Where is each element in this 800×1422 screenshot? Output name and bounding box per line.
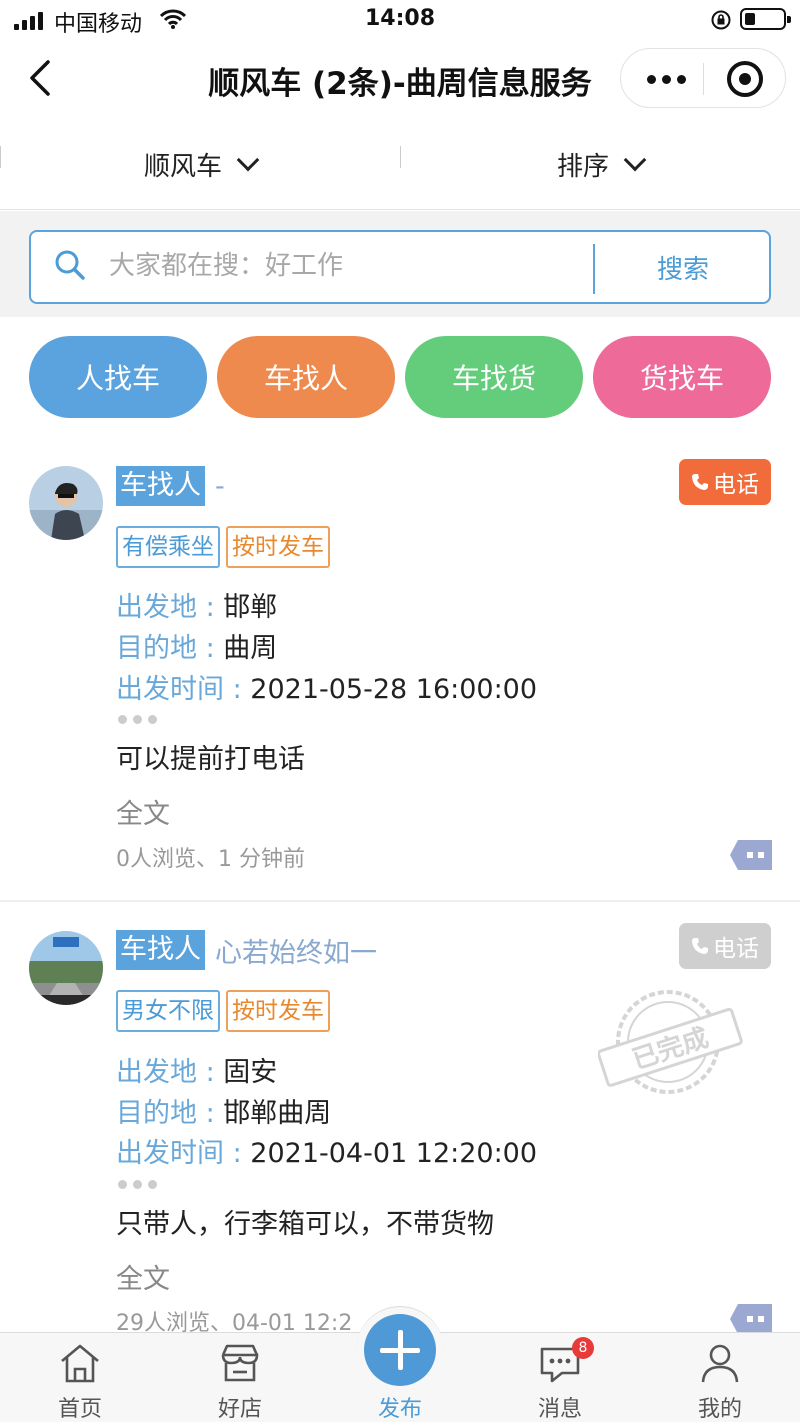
- tag: 按时发车: [226, 990, 330, 1032]
- departure-time-value: 2021-05-28 16:00:00: [250, 674, 538, 705]
- avatar[interactable]: [29, 931, 103, 1005]
- post-username[interactable]: -: [215, 471, 225, 502]
- tag: 按时发车: [226, 526, 330, 568]
- departure-time-row: 出发时间 : 2021-05-28 16:00:00: [116, 667, 537, 706]
- post-type-badge: 车找人: [116, 930, 205, 970]
- call-button[interactable]: 电话: [679, 459, 771, 505]
- tab-label: 首页: [57, 1397, 102, 1422]
- ellipsis-icon: [118, 715, 157, 724]
- status-bar: 中国移动 14:08: [0, 0, 800, 40]
- chevron-down-icon: [623, 148, 647, 172]
- rotation-lock-icon: [711, 10, 731, 30]
- comment-icon[interactable]: [730, 1304, 772, 1334]
- departure-label: 出发地 :: [116, 592, 215, 623]
- destination-row: 目的地 : 邯郸曲周: [116, 1091, 331, 1130]
- home-icon: [61, 1344, 99, 1383]
- tag: 有偿乘坐: [116, 526, 220, 568]
- more-menu-icon[interactable]: [647, 75, 686, 84]
- battery-icon: [740, 8, 791, 30]
- departure-time-label: 出发时间 :: [116, 674, 242, 705]
- search-input[interactable]: [109, 246, 579, 286]
- call-label: 电话: [713, 472, 759, 498]
- departure-row: 出发地 : 固安: [116, 1050, 277, 1089]
- user-icon: [701, 1344, 739, 1383]
- full-text-link[interactable]: 全文: [116, 792, 170, 831]
- departure-row: 出发地 : 邯郸: [116, 585, 277, 624]
- post-username[interactable]: 心若始终如一: [215, 931, 377, 970]
- destination-value: 曲周: [223, 633, 278, 664]
- post-tags: 有偿乘坐 按时发车: [116, 526, 330, 568]
- departure-label: 出发地 :: [116, 1057, 215, 1088]
- filter-sort-dropdown[interactable]: 排序: [400, 118, 800, 210]
- tab-shop[interactable]: 好店: [160, 1333, 320, 1422]
- filter-sort-label: 排序: [556, 151, 609, 182]
- tab-home[interactable]: 首页: [0, 1333, 160, 1422]
- ellipsis-icon: [118, 1180, 157, 1189]
- chevron-down-icon: [236, 148, 260, 172]
- search-icon: [55, 250, 85, 280]
- destination-label: 目的地 :: [116, 633, 215, 664]
- post-description: 可以提前打电话: [116, 744, 305, 775]
- departure-time-row: 出发时间 : 2021-04-01 12:20:00: [116, 1131, 537, 1170]
- tab-label: 好店: [217, 1397, 262, 1422]
- avatar[interactable]: [29, 466, 103, 540]
- completed-stamp-icon: 已完成: [598, 990, 743, 1094]
- phone-icon: [692, 474, 708, 490]
- category-car-seeks-person[interactable]: 车找人: [217, 336, 395, 418]
- destination-label: 目的地 :: [116, 1098, 215, 1129]
- phone-icon: [692, 938, 708, 954]
- post-description: 只带人，行李箱可以，不带货物: [116, 1209, 494, 1240]
- post-header: 车找人 心若始终如一: [116, 930, 377, 970]
- call-button[interactable]: 电话: [679, 923, 771, 969]
- message-badge: 8: [572, 1337, 594, 1359]
- filter-category-label: 顺风车: [143, 151, 222, 182]
- tab-label: 消息: [537, 1397, 582, 1422]
- post-header: 车找人 -: [116, 466, 225, 506]
- departure-time-label: 出发时间 :: [116, 1138, 242, 1169]
- shop-icon: [221, 1344, 259, 1382]
- comment-icon[interactable]: [730, 840, 772, 870]
- search-area: 搜索: [0, 211, 800, 317]
- destination-row: 目的地 : 曲周: [116, 626, 277, 665]
- filter-bar: 顺风车 排序: [0, 118, 800, 210]
- post-type-badge: 车找人: [116, 466, 205, 506]
- tag: 男女不限: [116, 990, 220, 1032]
- category-car-seeks-cargo[interactable]: 车找货: [405, 336, 583, 418]
- departure-value: 邯郸: [223, 592, 278, 623]
- call-label: 电话: [713, 936, 759, 962]
- mini-program-capsule: [620, 48, 786, 108]
- close-mini-program-icon[interactable]: [727, 61, 763, 97]
- divider: [0, 900, 800, 902]
- post-tags: 男女不限 按时发车: [116, 990, 330, 1032]
- filter-category-dropdown[interactable]: 顺风车: [0, 118, 400, 210]
- nav-bar: 顺风车 (2条)-曲周信息服务: [0, 40, 800, 116]
- category-cargo-seeks-car[interactable]: 货找车: [593, 336, 771, 418]
- departure-value: 固安: [223, 1057, 278, 1088]
- full-text-link[interactable]: 全文: [116, 1257, 170, 1296]
- category-person-seeks-car[interactable]: 人找车: [29, 336, 207, 418]
- tab-label: 我的: [697, 1397, 742, 1422]
- plus-icon[interactable]: [364, 1314, 436, 1386]
- search-button[interactable]: 搜索: [595, 232, 771, 302]
- tab-label: 发布: [377, 1397, 422, 1422]
- search-box: 搜索: [29, 230, 771, 304]
- departure-time-value: 2021-04-01 12:20:00: [250, 1138, 538, 1169]
- category-pills: 人找车 车找人 车找货 货找车: [29, 336, 771, 418]
- tab-messages[interactable]: 消息: [480, 1333, 640, 1422]
- tab-profile[interactable]: 我的: [640, 1333, 800, 1422]
- destination-value: 邯郸曲周: [223, 1098, 332, 1129]
- clock: 14:08: [364, 6, 436, 31]
- post-meta: 0人浏览、1 分钟前: [116, 847, 305, 872]
